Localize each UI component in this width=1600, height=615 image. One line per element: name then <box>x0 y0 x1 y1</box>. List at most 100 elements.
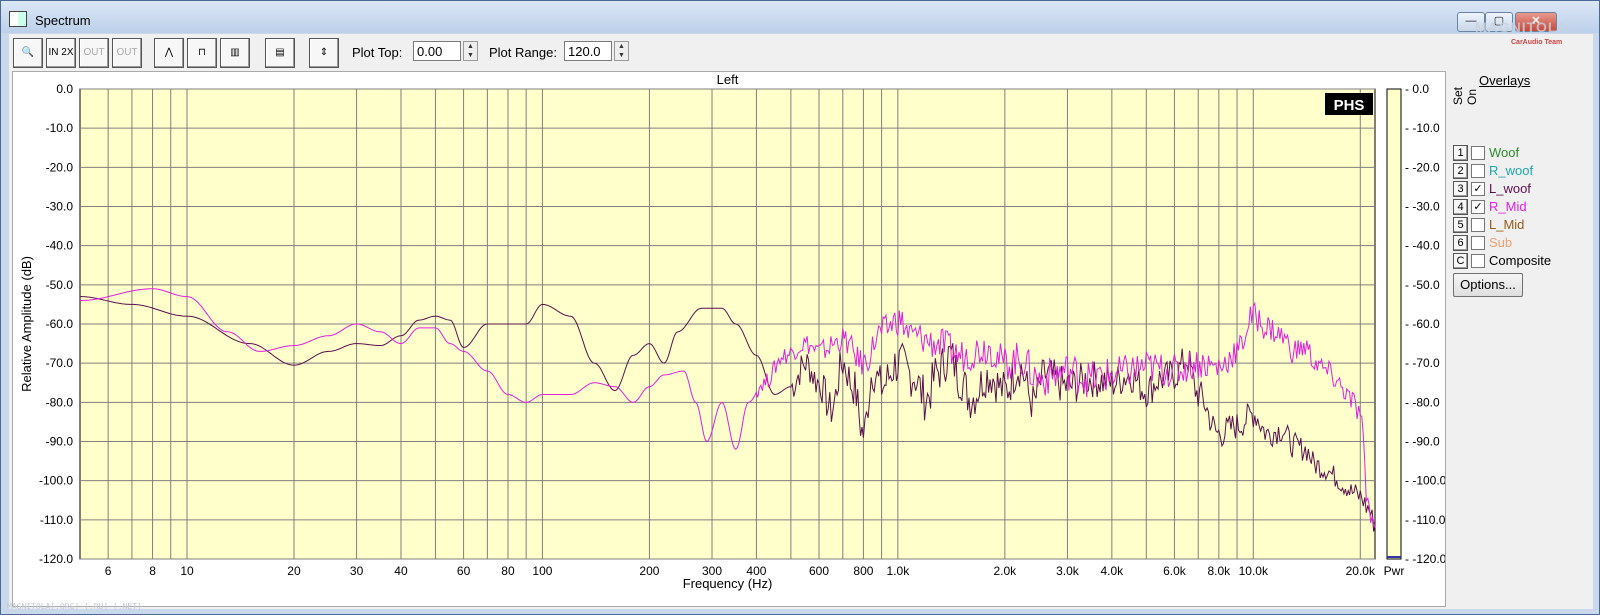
plot-range-field[interactable]: 120.0 <box>564 41 612 61</box>
spectrum-window: Spectrum — ▢ ✕ 🔍 IN 2X OUT 2X OUT FULL ⋀… <box>0 0 1600 615</box>
line-mode-icon[interactable]: ⋀ <box>154 38 184 68</box>
y-tick-label-right: - -50.0 <box>1405 278 1440 292</box>
y-tick-label-right: - 0.0 <box>1405 82 1429 96</box>
y-tick-label-right: - -10.0 <box>1405 121 1440 135</box>
toolbar: 🔍 IN 2X OUT 2X OUT FULL ⋀ ⊓ ▥ ▤ ⇕ Plot T… <box>9 34 1593 86</box>
y-tick-label-left: -60.0 <box>46 317 74 331</box>
watermark-text: MAGNITOLA[.ORG] [.RU] [.NET] <box>7 602 142 611</box>
settings-icon[interactable]: ▤ <box>265 38 295 68</box>
x-tick-label: 60 <box>457 564 471 578</box>
phs-badge-label: PHS <box>1334 97 1365 114</box>
x-tick-label: 30 <box>350 564 364 578</box>
overlay-set-button[interactable]: 6 <box>1453 235 1468 251</box>
zoom-out-full-button[interactable]: OUT FULL <box>112 38 142 86</box>
y-tick-label-right: - -60.0 <box>1405 317 1440 331</box>
overlay-set-button[interactable]: 1 <box>1453 145 1468 161</box>
y-tick-label-right: - -20.0 <box>1405 160 1440 174</box>
y-tick-label-right: - -70.0 <box>1405 356 1440 370</box>
x-tick-label: 10.0k <box>1239 564 1269 578</box>
y-tick-label-left: -10.0 <box>46 121 74 135</box>
x-tick-label: 200 <box>639 564 659 578</box>
options-button[interactable]: Options... <box>1453 273 1523 297</box>
overlay-name: L_Mid <box>1489 217 1525 232</box>
y-tick-label-left: -80.0 <box>46 395 74 409</box>
x-tick-label: 10 <box>180 564 194 578</box>
x-tick-label: 800 <box>853 564 873 578</box>
x-tick-label: 600 <box>809 564 829 578</box>
overlay-set-button[interactable]: C <box>1453 253 1468 269</box>
x-tick-label: 40 <box>394 564 408 578</box>
overlay-name: L_woof <box>1489 181 1531 196</box>
plot-range-spinner[interactable]: ▲ ▼ <box>614 41 629 61</box>
overlay-checkbox[interactable] <box>1471 218 1485 232</box>
x-tick-label: 100 <box>532 564 552 578</box>
overlay-set-button[interactable]: 5 <box>1453 217 1468 233</box>
overlay-set-button[interactable]: 3 <box>1453 181 1468 197</box>
x-tick-label: 8.0k <box>1208 564 1232 578</box>
overlay-name: Sub <box>1489 235 1513 250</box>
y-tick-label-right: - -40.0 <box>1405 239 1440 253</box>
overlay-checkbox[interactable] <box>1471 164 1485 178</box>
watermark-logo-sub: CarAudio Team <box>1511 39 1563 46</box>
y-tick-label-left: -110.0 <box>40 513 73 527</box>
y-tick-label-right: - -80.0 <box>1405 395 1440 409</box>
x-tick-label: 6 <box>105 564 112 578</box>
overlay-set-button[interactable]: 4 <box>1453 199 1468 215</box>
overlay-checkbox[interactable]: ✓ <box>1471 182 1485 196</box>
on-header: On <box>1465 88 1479 105</box>
overlay-row-sub: 6 Sub <box>1453 235 1593 251</box>
x-tick-label: 20.0k <box>1346 564 1376 578</box>
plot-top-spinner[interactable]: ▲ ▼ <box>463 41 478 61</box>
overlay-name: R_Mid <box>1489 199 1527 214</box>
x-tick-label: 4.0k <box>1101 564 1125 578</box>
overlay-checkbox[interactable] <box>1471 146 1485 160</box>
chart-title: Left <box>717 72 739 87</box>
overlay-checkbox[interactable] <box>1471 236 1485 250</box>
y-tick-label-left: -20.0 <box>46 160 74 174</box>
x-axis-label: Frequency (Hz) <box>683 576 773 591</box>
overlay-row-l-woof: 3 ✓ L_woof <box>1453 181 1593 197</box>
overlay-checkbox[interactable]: ✓ <box>1471 200 1485 214</box>
y-tick-label-left: -90.0 <box>46 435 74 449</box>
autoscale-icon[interactable]: ⇕ <box>309 38 339 68</box>
overlay-row-r-mid: 4 ✓ R_Mid <box>1453 199 1593 215</box>
overlay-set-button[interactable]: 2 <box>1453 163 1468 179</box>
zoom-out-2x-button[interactable]: OUT 2X <box>79 38 109 86</box>
overlay-row-l-mid: 5 L_Mid <box>1453 217 1593 233</box>
spectrum-chart[interactable]: 0.0 - 0.0 -10.0 - -10.0 -20.0 - -20.0 -30.0 - -… <box>13 72 1447 606</box>
overlay-name: Woof <box>1489 145 1520 160</box>
overlay-name: Composite <box>1489 253 1552 268</box>
x-tick-label: 1.0k <box>887 564 911 578</box>
x-tick-label: 8 <box>149 564 156 578</box>
zoom-icon[interactable]: 🔍 <box>13 38 43 68</box>
overlay-name: R_woof <box>1489 163 1534 178</box>
power-meter <box>1386 88 1402 560</box>
zoom-in-2x-button[interactable]: IN 2X <box>46 38 76 68</box>
overlays-title: Overlays <box>1479 73 1531 88</box>
step-mode-icon[interactable]: ⊓ <box>187 38 217 68</box>
pwr-label: Pwr <box>1384 564 1405 578</box>
y-tick-label-left: -100.0 <box>39 474 73 488</box>
y-tick-label-right: - -110.0 <box>1405 513 1445 527</box>
overlay-row-composite: C Composite <box>1453 253 1593 269</box>
plot-top-field[interactable]: 0.00 <box>413 41 461 61</box>
window-title: Spectrum <box>35 13 91 28</box>
y-tick-label-right: - -100.0 <box>1405 474 1445 488</box>
y-tick-label-left: -50.0 <box>46 278 74 292</box>
y-tick-label-right: - -90.0 <box>1405 435 1440 449</box>
x-tick-label: 6.0k <box>1163 564 1187 578</box>
y-tick-label-left: -120.0 <box>39 552 73 566</box>
y-tick-label-left: 0.0 <box>56 82 73 96</box>
overlay-row-woof: 1 Woof <box>1453 145 1593 161</box>
bar-mode-icon[interactable]: ▥ <box>220 38 250 68</box>
y-tick-label-left: -40.0 <box>46 239 74 253</box>
y-tick-label-left: -30.0 <box>46 200 74 214</box>
spectrum-plot-panel: 0.0 - 0.0 -10.0 - -10.0 -20.0 - -20.0 -30.0 - -… <box>12 71 1447 607</box>
x-tick-label: 20 <box>287 564 301 578</box>
overlays-panel: Overlays Set On 1 Woof 2 R_woof 3 ✓ L_woof 4 ✓ R_… <box>1449 71 1593 311</box>
y-tick-label-right: - -30.0 <box>1405 200 1440 214</box>
title-bar[interactable]: Spectrum — ▢ ✕ <box>1 1 1599 33</box>
spectrum-frame: 🔍 IN 2X OUT 2X OUT FULL ⋀ ⊓ ▥ ▤ ⇕ Plot T… <box>9 34 1593 609</box>
app-icon <box>9 11 27 27</box>
overlay-checkbox[interactable] <box>1471 254 1485 268</box>
